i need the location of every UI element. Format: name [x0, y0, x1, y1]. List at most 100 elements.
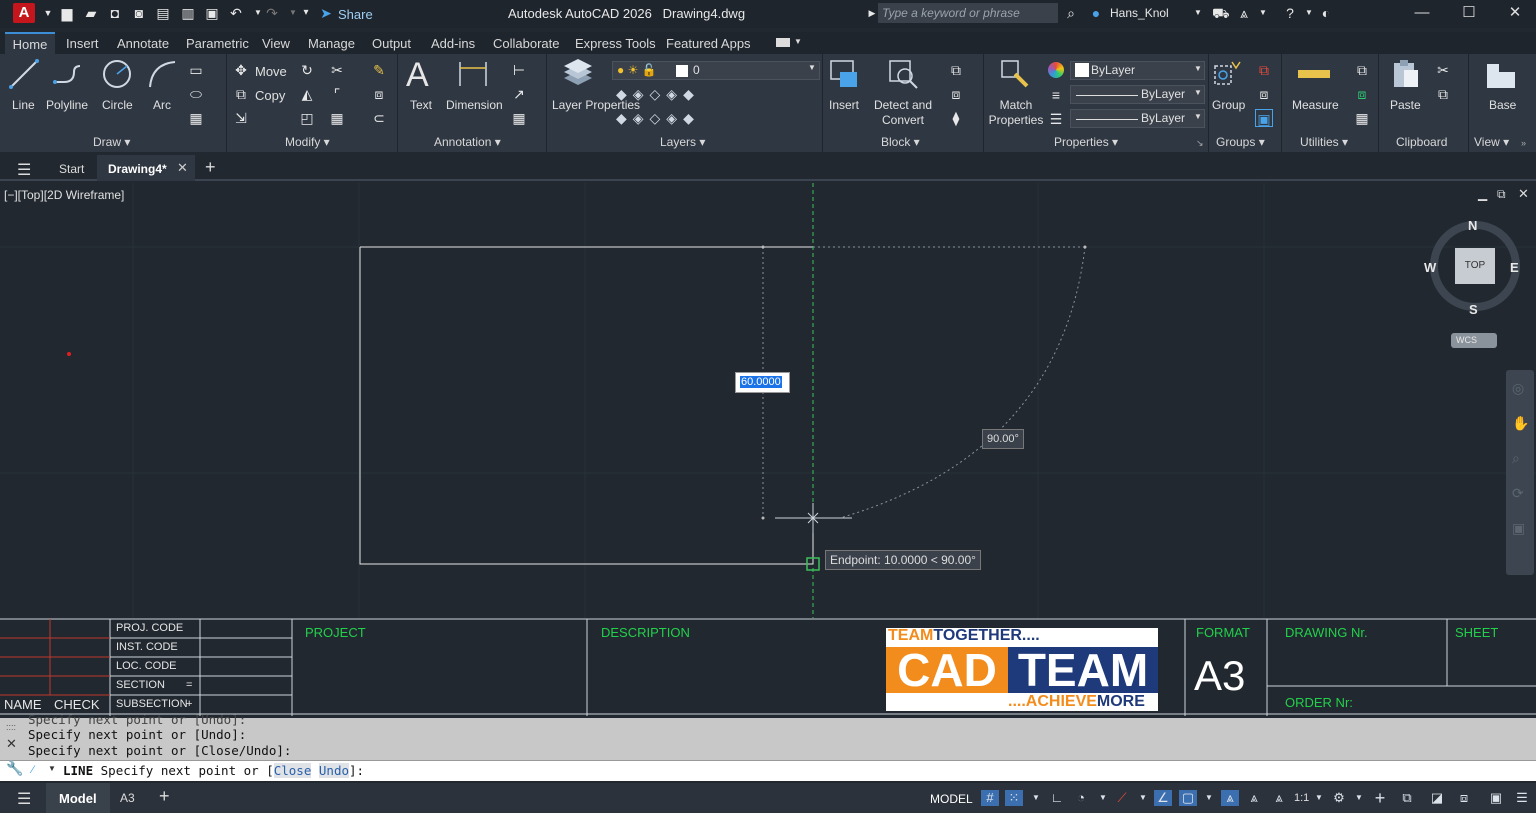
undo-icon[interactable]: ↶ [228, 5, 244, 21]
quick-properties-icon[interactable]: ◪ [1428, 790, 1446, 806]
tab-featured-apps[interactable]: Featured Apps [666, 36, 751, 51]
new-file-icon[interactable]: ▆ [59, 5, 75, 21]
block-attributes-icon[interactable]: ⧫ [947, 109, 965, 127]
command-close-icon[interactable]: ✕ [6, 736, 17, 752]
move-icon[interactable]: ✥ [232, 61, 250, 79]
showmotion-icon[interactable]: ▣ [1512, 520, 1525, 537]
isodraft-icon[interactable]: ⟋ [1113, 790, 1131, 806]
measure-button[interactable]: Measure [1292, 98, 1339, 113]
group-edit-icon[interactable]: ⧈ [1255, 85, 1273, 103]
tab-drawing4-label[interactable]: Drawing4* [108, 162, 167, 176]
detect-convert-icon[interactable] [887, 58, 919, 90]
layout-menu-icon[interactable]: ☰ [17, 789, 31, 809]
hatch-icon[interactable]: ▦ [187, 109, 205, 127]
polar-tracking-icon[interactable]: ◔ [1072, 790, 1090, 806]
panel-title-view[interactable]: View ▾ [1474, 135, 1509, 149]
feedback-icon[interactable]: ◐ [1318, 5, 1334, 21]
object-snap-icon[interactable]: ▢ [1179, 790, 1197, 806]
user-name[interactable]: Hans_Knol [1110, 6, 1169, 20]
save-icon[interactable]: ◘ [107, 5, 123, 21]
grip-point[interactable] [1083, 245, 1087, 249]
compass-west[interactable]: W [1424, 260, 1436, 275]
compass-north[interactable]: N [1468, 218, 1477, 233]
workspace-dropdown-icon[interactable]: ▼ [1350, 790, 1368, 806]
line-button[interactable]: Line [12, 98, 35, 113]
compass-south[interactable]: S [1469, 302, 1478, 317]
option-close[interactable]: Close [273, 763, 312, 778]
dimension-icon[interactable] [457, 58, 489, 90]
clean-screen-icon[interactable]: ▣ [1487, 790, 1505, 806]
pan-icon[interactable]: ✋ [1512, 415, 1529, 432]
minimize-icon[interactable]: — [1412, 3, 1432, 23]
circle-button[interactable]: Circle [102, 98, 133, 113]
customize-icon[interactable]: 🔧 [6, 760, 23, 777]
ungroup-icon[interactable]: ⧉ [1255, 61, 1273, 79]
panel-title-clipboard[interactable]: Clipboard [1396, 135, 1447, 149]
create-block-icon[interactable]: ⧉ [947, 61, 965, 79]
layer-state-icons[interactable]: ● ☀ 🔓 [617, 63, 657, 77]
recent-commands-dropdown-icon[interactable]: ▼ [48, 764, 56, 773]
autodesk-icon[interactable]: ⩓ [1236, 5, 1252, 21]
ribbon-minimize-icon[interactable] [776, 38, 790, 47]
linetype-icon[interactable]: ≡ [1047, 86, 1065, 104]
drawn-lines[interactable] [359, 246, 813, 565]
scale-icon[interactable]: ◰ [298, 109, 316, 127]
object-snap-dropdown-icon[interactable]: ▼ [1200, 790, 1218, 806]
copy-button[interactable]: Copy [255, 88, 285, 103]
base-button[interactable]: Base [1489, 98, 1516, 113]
text-icon[interactable]: A [406, 56, 429, 95]
tab-annotate[interactable]: Annotate [117, 36, 169, 51]
panel-title-draw[interactable]: Draw ▾ [93, 135, 130, 149]
paste-button[interactable]: Paste [1390, 98, 1421, 113]
open-folder-icon[interactable]: ▰ [83, 5, 99, 21]
object-snap-tracking-icon[interactable]: ∠ [1154, 790, 1172, 806]
tab-start[interactable]: Start [59, 162, 84, 176]
match-properties-button[interactable]: Match Properties [988, 98, 1044, 128]
compass-east[interactable]: E [1510, 260, 1519, 275]
customization-icon[interactable]: ☰ [1513, 790, 1531, 806]
measure-icon[interactable] [1298, 70, 1330, 78]
offset-icon[interactable]: ⊂ [370, 109, 388, 127]
panel-title-block[interactable]: Block ▾ [881, 135, 920, 149]
ortho-icon[interactable]: ∟ [1048, 790, 1066, 806]
grid-display-icon[interactable]: # [981, 790, 999, 806]
orbit-icon[interactable]: ⟳ [1512, 485, 1524, 502]
layer-tools-row2-icons[interactable]: ◆◈◇◈◆ [616, 110, 700, 127]
user-icon[interactable]: ● [1088, 5, 1104, 21]
stretch-icon[interactable]: ⇲ [232, 109, 250, 127]
units-icon[interactable]: ⧉ [1398, 790, 1416, 806]
command-line[interactable]: 🔧 ⁄ ▼ LINE Specify next point or [Close … [0, 760, 1536, 781]
panel-title-modify[interactable]: Modify ▾ [285, 135, 330, 149]
tab-output[interactable]: Output [372, 36, 411, 51]
drawing-viewport[interactable]: [−][Top][2D Wireframe] ▁ ⧉ ✕ 60.0000 90.… [0, 183, 1536, 620]
tab-parametric[interactable]: Parametric [186, 36, 249, 51]
save-as-icon[interactable]: ◙ [131, 5, 147, 21]
table-icon[interactable]: ▦ [510, 109, 528, 127]
explode-icon[interactable]: ⧈ [370, 85, 388, 103]
lineweight-chevron-icon[interactable]: ▼ [1194, 112, 1202, 121]
panel-title-utilities[interactable]: Utilities ▾ [1300, 135, 1348, 149]
search-icon[interactable]: ⌕ [1063, 5, 1079, 21]
help-icon[interactable]: ? [1282, 5, 1298, 21]
share-icon[interactable]: ➤ [318, 5, 334, 21]
command-grip-icon[interactable]: :::: [6, 722, 16, 732]
quick-select-icon[interactable]: ⧉ [1353, 61, 1371, 79]
insert-block-icon[interactable] [828, 58, 860, 90]
cart-icon[interactable]: ⛟ [1212, 5, 1230, 21]
tab-view[interactable]: View [262, 36, 290, 51]
grip-point[interactable] [761, 245, 765, 249]
auto-scale-icon[interactable]: ⩓ [1245, 790, 1263, 806]
model-space-label[interactable]: MODEL [930, 792, 973, 806]
tab-express-tools[interactable]: Express Tools [575, 36, 656, 51]
panel-title-annotation[interactable]: Annotation ▾ [434, 135, 501, 149]
group-button[interactable]: Group [1212, 98, 1245, 113]
erase-icon[interactable]: ✎ [370, 61, 388, 79]
polyline-icon[interactable] [52, 58, 84, 90]
lock-ui-icon[interactable]: ⧈ [1455, 790, 1473, 806]
match-properties-icon[interactable] [999, 58, 1031, 90]
copy-icon[interactable]: ⧉ [232, 85, 250, 103]
autocad-logo[interactable]: A [13, 3, 35, 23]
properties-launcher-icon[interactable]: ↘ [1196, 138, 1204, 149]
group-selection-icon[interactable]: ▣ [1255, 109, 1273, 127]
tab-close-icon[interactable]: ✕ [177, 160, 188, 176]
